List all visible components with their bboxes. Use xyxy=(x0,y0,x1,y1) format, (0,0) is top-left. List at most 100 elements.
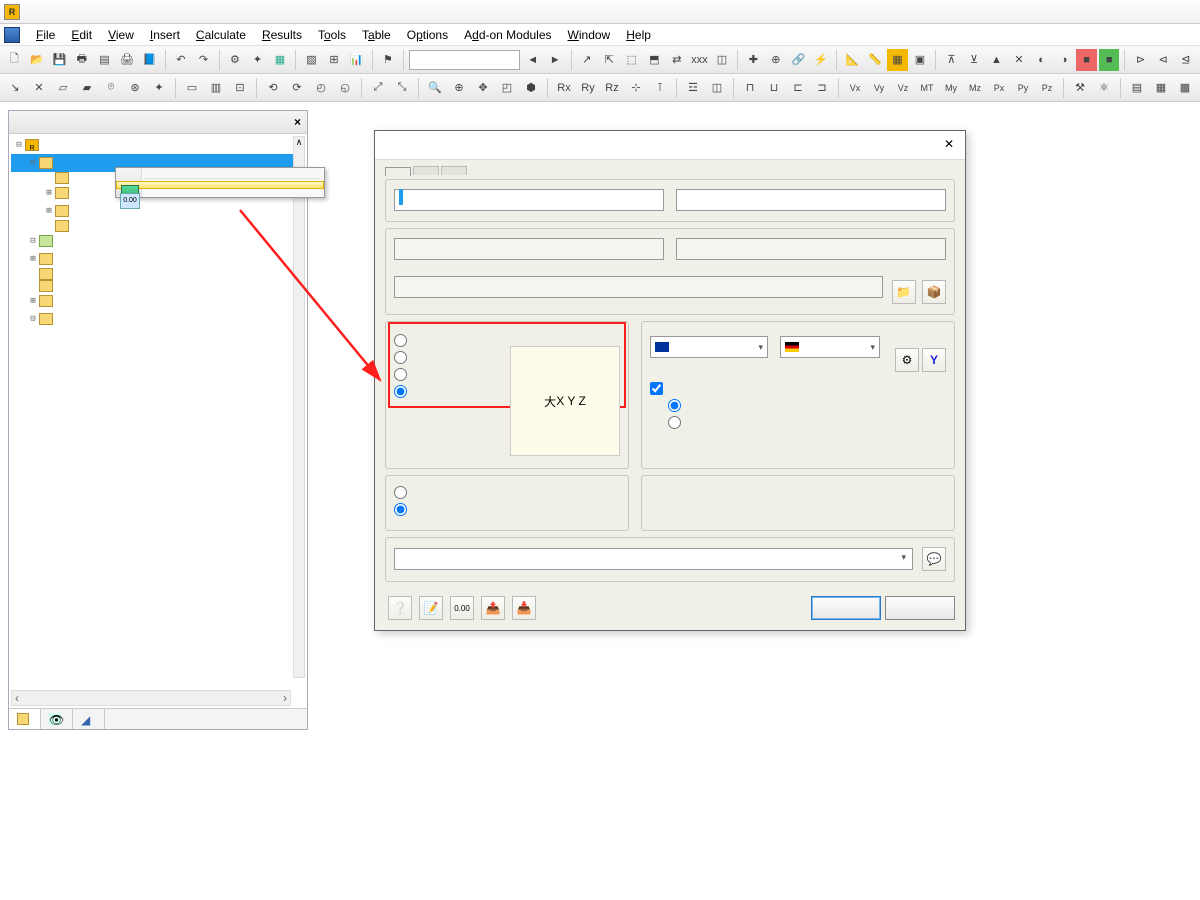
btn-std-edit[interactable]: ⚙ xyxy=(895,348,919,372)
b24[interactable]: ⊐ xyxy=(811,77,833,99)
zoomw-icon[interactable]: ⊕ xyxy=(448,77,470,99)
nav-tab-views[interactable]: ◢ xyxy=(73,709,105,729)
t22[interactable]: ⊳ xyxy=(1130,49,1151,71)
b13[interactable]: ◴ xyxy=(310,77,332,99)
vy-icon[interactable]: Vy xyxy=(868,77,890,99)
b18[interactable]: ⊺ xyxy=(649,77,671,99)
rz-icon[interactable]: Rz xyxy=(601,77,623,99)
save-icon[interactable]: 💾 xyxy=(49,49,70,71)
menu-edit[interactable]: Edit xyxy=(63,25,100,45)
t23[interactable]: ⊲ xyxy=(1153,49,1174,71)
btn-std-filter[interactable]: Y xyxy=(922,348,946,372)
left-icon[interactable]: ◄ xyxy=(522,49,543,71)
t15[interactable]: ⊻ xyxy=(964,49,985,71)
b6[interactable]: ⊛ xyxy=(124,77,146,99)
graph-icon[interactable]: 📊 xyxy=(346,49,367,71)
tab-general[interactable] xyxy=(385,167,411,176)
t9[interactable]: ⊕ xyxy=(766,49,787,71)
undo-icon[interactable]: ↶ xyxy=(171,49,192,71)
tree-item[interactable] xyxy=(11,268,305,280)
b15[interactable]: ⤢ xyxy=(367,77,389,99)
vz-icon[interactable]: Vz xyxy=(892,77,914,99)
pz-icon[interactable]: Pz xyxy=(1036,77,1058,99)
flag-icon[interactable]: ⚑ xyxy=(378,49,399,71)
navigator-scroll[interactable]: ∧ xyxy=(293,136,305,678)
b7[interactable]: ✦ xyxy=(148,77,170,99)
menu-addon[interactable]: Add-on Modules xyxy=(456,25,559,45)
b20[interactable]: ◫ xyxy=(706,77,728,99)
print-icon[interactable]: 🖨 xyxy=(117,49,138,71)
radio-downward[interactable] xyxy=(394,503,620,516)
zoom-icon[interactable]: 🔍 xyxy=(424,77,446,99)
btn-project-2[interactable]: 📦 xyxy=(922,280,946,304)
ry-icon[interactable]: Ry xyxy=(577,77,599,99)
tree-item[interactable] xyxy=(11,220,305,232)
t4[interactable]: ⬒ xyxy=(644,49,665,71)
b9[interactable]: ▥ xyxy=(205,77,227,99)
px-icon[interactable]: Px xyxy=(988,77,1010,99)
menu-insert[interactable]: Insert xyxy=(142,25,188,45)
menu-results[interactable]: Results xyxy=(254,25,310,45)
b1[interactable]: ↘ xyxy=(4,77,26,99)
b27[interactable]: ▤ xyxy=(1126,77,1148,99)
t18[interactable]: ◐ xyxy=(1031,49,1052,71)
b14[interactable]: ◵ xyxy=(334,77,356,99)
b29[interactable]: ▩ xyxy=(1174,77,1196,99)
b3[interactable]: ▱ xyxy=(52,77,74,99)
tree-item[interactable]: ⊞ xyxy=(11,250,305,268)
t6[interactable]: xxx xyxy=(689,49,710,71)
table-icon[interactable]: ▧ xyxy=(301,49,322,71)
tree-item[interactable]: ⊞ xyxy=(11,202,305,220)
py-icon[interactable]: Py xyxy=(1012,77,1034,99)
tree-item[interactable]: ⊟ xyxy=(11,310,305,328)
b21[interactable]: ⊓ xyxy=(739,77,761,99)
b23[interactable]: ⊏ xyxy=(787,77,809,99)
b4[interactable]: ▰ xyxy=(76,77,98,99)
my-icon[interactable]: My xyxy=(940,77,962,99)
btn-comment-pick[interactable]: 💬 xyxy=(922,547,946,571)
t20[interactable]: ■ xyxy=(1076,49,1097,71)
rx-icon[interactable]: Rx xyxy=(553,77,575,99)
menu-window[interactable]: Window xyxy=(560,25,619,45)
t10[interactable]: 📐 xyxy=(842,49,863,71)
btn-units-icon[interactable]: 0.00 xyxy=(450,596,474,620)
btn-project-1[interactable]: 📁 xyxy=(892,280,916,304)
b10[interactable]: ⊡ xyxy=(229,77,251,99)
b28[interactable]: ▦ xyxy=(1150,77,1172,99)
toolbar-combo[interactable] xyxy=(409,50,520,70)
b17[interactable]: ⊹ xyxy=(625,77,647,99)
green-icon[interactable]: ▦ xyxy=(270,49,291,71)
select-standard[interactable] xyxy=(650,336,768,358)
h-scroll[interactable]: ‹› xyxy=(11,690,291,706)
input-description-1[interactable] xyxy=(676,189,946,211)
b16[interactable]: ⤡ xyxy=(391,77,413,99)
saveas-icon[interactable]: 🖶 xyxy=(72,49,93,71)
tree-root[interactable]: ⊟R xyxy=(11,136,305,154)
nav-tab-display[interactable]: 👁 xyxy=(41,709,73,729)
b12[interactable]: ⟳ xyxy=(286,77,308,99)
dialog-close-icon[interactable]: ✕ xyxy=(941,137,957,153)
radio-load-comb[interactable] xyxy=(668,399,946,412)
vx-icon[interactable]: Vx xyxy=(844,77,866,99)
navigator-close-icon[interactable]: × xyxy=(294,115,301,129)
redo-icon[interactable]: ↷ xyxy=(193,49,214,71)
t12[interactable]: ▦ xyxy=(887,49,908,71)
tab-history[interactable] xyxy=(441,166,467,175)
menu-help[interactable]: Help xyxy=(618,25,659,45)
t21[interactable]: ■ xyxy=(1099,49,1120,71)
chk-auto-combinations[interactable] xyxy=(650,382,946,395)
right-icon[interactable]: ► xyxy=(545,49,566,71)
input-project-name[interactable] xyxy=(394,238,664,260)
ok-button[interactable] xyxy=(811,596,881,620)
nav-tab-data[interactable] xyxy=(9,709,41,729)
db-icon[interactable]: ▤ xyxy=(94,49,115,71)
radio-upward[interactable] xyxy=(394,486,620,499)
t14[interactable]: ⊼ xyxy=(941,49,962,71)
t3[interactable]: ⬚ xyxy=(622,49,643,71)
b19[interactable]: ☲ xyxy=(682,77,704,99)
mz-icon[interactable]: Mz xyxy=(964,77,986,99)
link-icon[interactable]: 🔗 xyxy=(788,49,809,71)
menu-options[interactable]: Options xyxy=(399,25,456,45)
btn-note-icon[interactable]: 📝 xyxy=(419,596,443,620)
ctx-go-to-table[interactable] xyxy=(116,168,324,176)
